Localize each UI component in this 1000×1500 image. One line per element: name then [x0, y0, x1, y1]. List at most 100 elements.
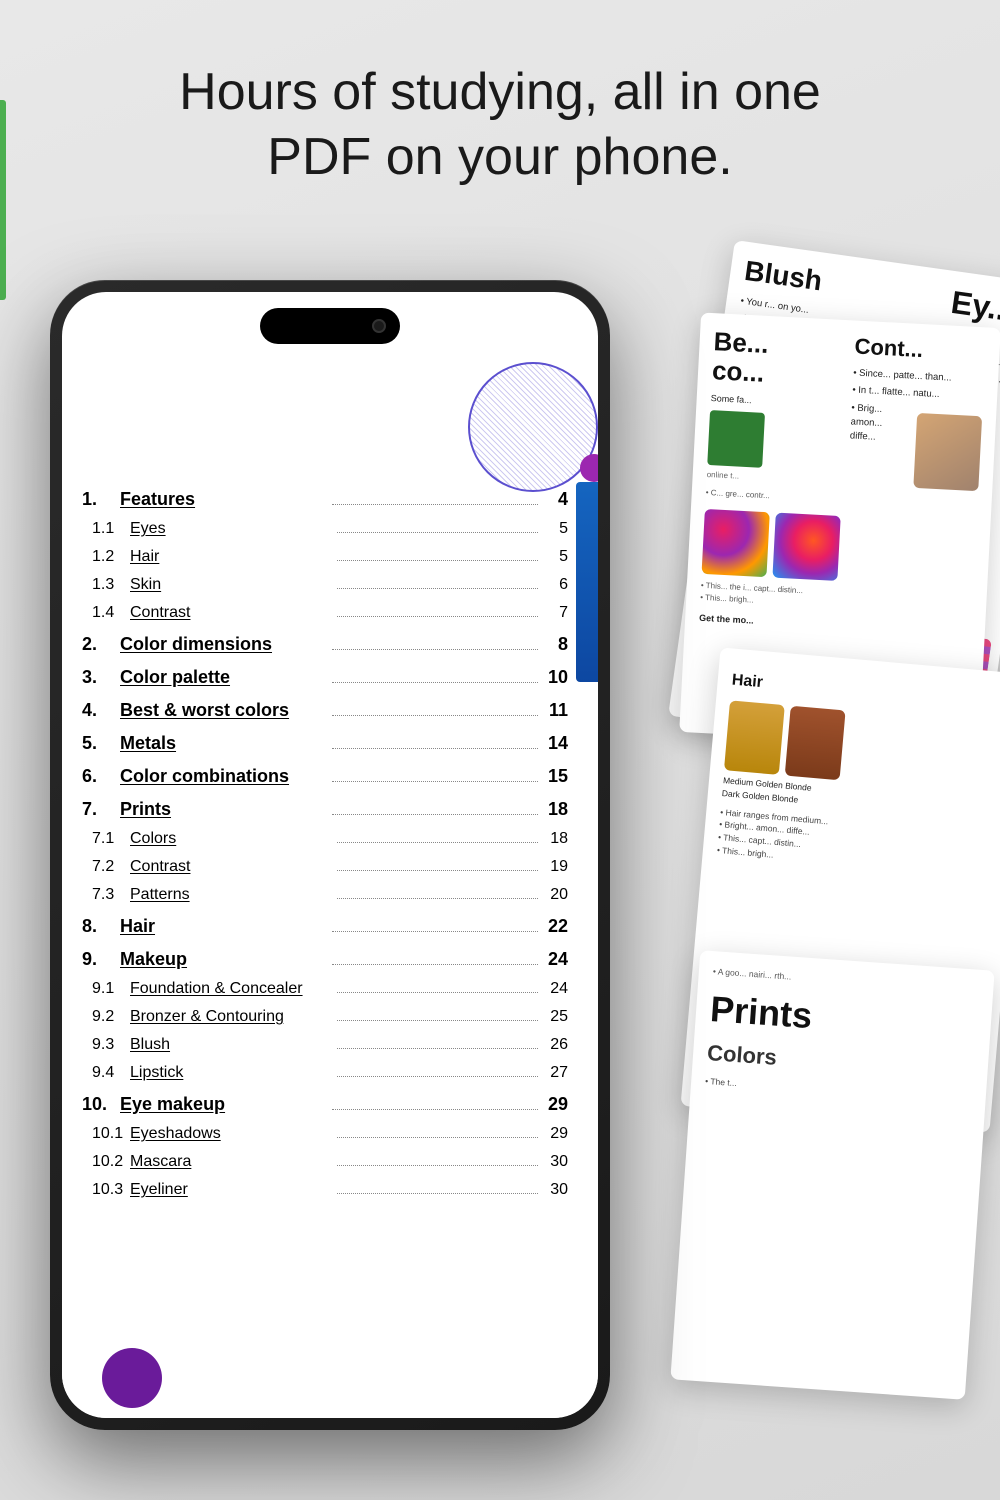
toc-dots-9: [332, 964, 538, 965]
toc-label-3: Color palette: [120, 667, 326, 688]
toc-page-7-2: 19: [544, 858, 568, 876]
toc-page-8: 22: [544, 916, 568, 937]
toc-num-9-1: 9.1: [92, 980, 130, 998]
toc-page-7-3: 20: [544, 886, 568, 904]
toc-item-9-1[interactable]: 9.1 Foundation & Concealer 24: [82, 975, 568, 1003]
toc-item-6[interactable]: 6. Color combinations 15: [82, 761, 568, 792]
toc-item-9-2[interactable]: 9.2 Bronzer & Contouring 25: [82, 1003, 568, 1031]
toc-label-1-1: Eyes: [130, 520, 331, 538]
toc-dots-1-4: [337, 616, 538, 617]
toc-page-9-2: 25: [544, 1008, 568, 1026]
floral-pattern-2: [772, 512, 840, 580]
bottom-purple-circle: [102, 1348, 162, 1408]
toc-label-9-4: Lipstick: [130, 1064, 331, 1082]
toc-num-9-2: 9.2: [92, 1008, 130, 1026]
toc-page-9-4: 27: [544, 1064, 568, 1082]
blue-sidebar-bar: [576, 482, 598, 682]
toc-label-10: Eye makeup: [120, 1094, 326, 1115]
toc-dots-1-3: [337, 588, 538, 589]
toc-page-10-1: 29: [544, 1125, 568, 1143]
bg-page-prints: • A goo... nairi... rth... Prints Colors…: [670, 950, 994, 1400]
toc-num-8: 8.: [82, 916, 120, 937]
toc-num-2: 2.: [82, 634, 120, 655]
toc-dots-4: [332, 715, 538, 716]
toc-page-7-1: 18: [544, 830, 568, 848]
toc-item-3[interactable]: 3. Color palette 10: [82, 662, 568, 693]
toc-label-7-2: Contrast: [130, 858, 331, 876]
toc-item-10-1[interactable]: 10.1 Eyeshadows 29: [82, 1120, 568, 1148]
phone-screen-container: 1. Features 4 1.1 Eyes 5 1.2 Hair: [62, 292, 598, 1418]
toc-item-10-3[interactable]: 10.3 Eyeliner 30: [82, 1176, 568, 1204]
toc-num-10-2: 10.2: [92, 1153, 130, 1171]
toc-label-2: Color dimensions: [120, 634, 326, 655]
toc-page-4: 11: [544, 700, 568, 721]
toc-page-5: 14: [544, 733, 568, 754]
toc-item-7[interactable]: 7. Prints 18: [82, 794, 568, 825]
toc-dots-7: [332, 814, 538, 815]
toc-item-4[interactable]: 4. Best & worst colors 11: [82, 695, 568, 726]
toc-label-5: Metals: [120, 733, 326, 754]
toc-num-9-3: 9.3: [92, 1036, 130, 1054]
floral-pattern-1: [702, 509, 770, 577]
toc-item-9-3[interactable]: 9.3 Blush 26: [82, 1031, 568, 1059]
toc-item-9-4[interactable]: 9.4 Lipstick 27: [82, 1059, 568, 1087]
toc-num-9: 9.: [82, 949, 120, 970]
toc-item-10[interactable]: 10. Eye makeup 29: [82, 1089, 568, 1120]
toc-num-7-3: 7.3: [92, 886, 130, 904]
toc-page-6: 15: [544, 766, 568, 787]
toc-page-9: 24: [544, 949, 568, 970]
hair-swatch-1: [724, 700, 785, 775]
toc-item-10-2[interactable]: 10.2 Mascara 30: [82, 1148, 568, 1176]
toc-num-1-2: 1.2: [92, 548, 130, 566]
blush-title: Blush: [743, 256, 848, 301]
toc-label-6: Color combinations: [120, 766, 326, 787]
toc-item-7-1[interactable]: 7.1 Colors 18: [82, 825, 568, 853]
contrast-title: Cont...: [854, 335, 986, 366]
toc-item-7-2[interactable]: 7.2 Contrast 19: [82, 853, 568, 881]
toc-page-1-3: 6: [544, 576, 568, 594]
toc-item-1[interactable]: 1. Features 4: [82, 484, 568, 515]
toc-dots-1-2: [337, 560, 538, 561]
toc-item-1-2[interactable]: 1.2 Hair 5: [82, 543, 568, 571]
best-colors-title: Be...co...: [711, 327, 845, 391]
deco-circle-inner: [468, 362, 598, 492]
toc-num-10-3: 10.3: [92, 1181, 130, 1199]
toc-label-10-1: Eyeshadows: [130, 1125, 331, 1143]
toc-dots-5: [332, 748, 538, 749]
toc-dots-7-3: [337, 898, 538, 899]
toc-item-9[interactable]: 9. Makeup 24: [82, 944, 568, 975]
toc-page-9-3: 26: [544, 1036, 568, 1054]
toc-num-7: 7.: [82, 799, 120, 820]
toc-dots-10-3: [337, 1193, 538, 1194]
toc-label-1-4: Contrast: [130, 604, 331, 622]
toc-label-9-3: Blush: [130, 1036, 331, 1054]
toc-item-1-1[interactable]: 1.1 Eyes 5: [82, 515, 568, 543]
toc-item-8[interactable]: 8. Hair 22: [82, 911, 568, 942]
hair-swatch-2: [785, 706, 846, 781]
toc-dots-8: [332, 931, 538, 932]
toc-page-1-2: 5: [544, 548, 568, 566]
toc-item-1-3[interactable]: 1.3 Skin 6: [82, 571, 568, 599]
toc-dots-1-1: [337, 532, 538, 533]
toc-dots-9-2: [337, 1020, 538, 1021]
toc-page-3: 10: [544, 667, 568, 688]
toc-num-5: 5.: [82, 733, 120, 754]
toc-num-10: 10.: [82, 1094, 120, 1115]
toc-item-5[interactable]: 5. Metals 14: [82, 728, 568, 759]
table-of-contents: 1. Features 4 1.1 Eyes 5 1.2 Hair: [82, 482, 568, 1398]
toc-label-8: Hair: [120, 916, 326, 937]
phone: 1. Features 4 1.1 Eyes 5 1.2 Hair: [50, 280, 630, 1440]
toc-label-10-3: Eyeliner: [130, 1181, 331, 1199]
toc-item-7-3[interactable]: 7.3 Patterns 20: [82, 881, 568, 909]
toc-item-1-4[interactable]: 1.4 Contrast 7: [82, 599, 568, 627]
headline: Hours of studying, all in one PDF on you…: [0, 60, 1000, 190]
headline-text-2: PDF on your phone.: [267, 128, 732, 186]
toc-dots-7-2: [337, 870, 538, 871]
toc-page-7: 18: [544, 799, 568, 820]
toc-item-2[interactable]: 2. Color dimensions 8: [82, 629, 568, 660]
toc-label-4: Best & worst colors: [120, 700, 326, 721]
toc-label-7-3: Patterns: [130, 886, 331, 904]
toc-num-10-1: 10.1: [92, 1125, 130, 1143]
toc-label-7: Prints: [120, 799, 326, 820]
toc-dots-1: [332, 504, 538, 505]
